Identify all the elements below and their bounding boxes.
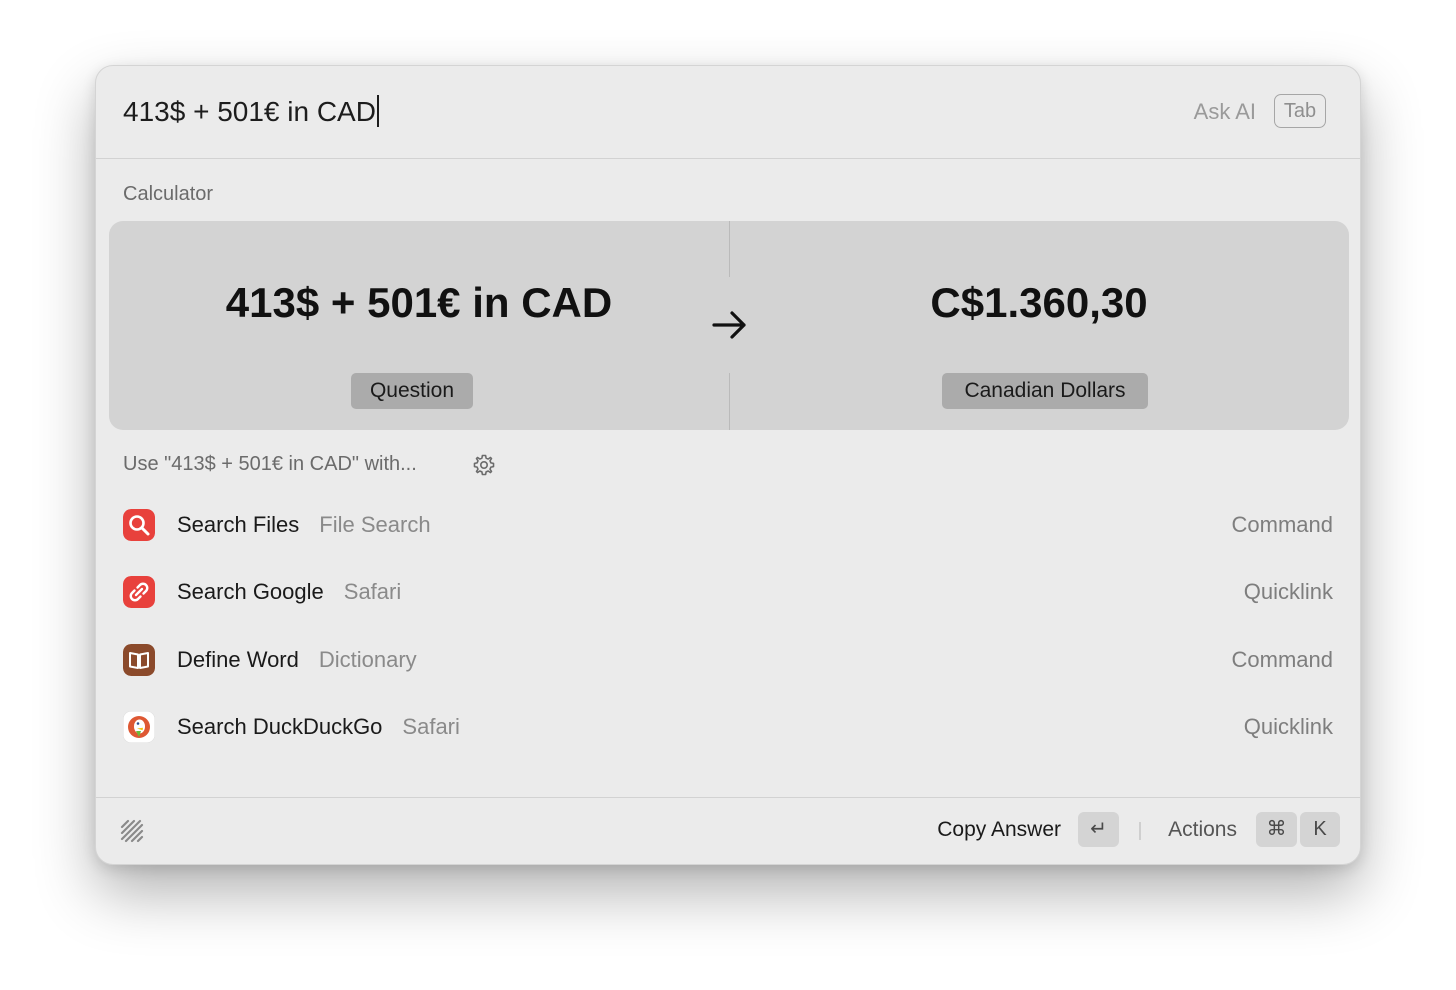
calculator-question-text: 413$ + 501€ in CAD: [225, 279, 613, 326]
link-icon: [123, 576, 155, 608]
fallback-section-text: Use "413$ + 501€ in CAD" with...: [123, 453, 417, 475]
list-item-title: Search Google Safari: [177, 579, 401, 605]
action-bar: Copy Answer ↵ Actions ⌘ K: [96, 797, 1360, 864]
calculator-answer: C$1.360,30 Canadian Dollars: [729, 221, 1349, 430]
book-icon: [123, 644, 155, 676]
list-item-title: Search Files File Search: [177, 512, 431, 538]
gear-icon[interactable]: [472, 453, 496, 477]
launcher-window: 413$ + 501€ in CAD Ask AI Tab Calculator…: [95, 65, 1361, 865]
fallback-section-label: Use "413$ + 501€ in CAD" with...: [123, 453, 417, 476]
list-item-kind: Command: [1231, 647, 1333, 672]
action-bar-separator: [1139, 822, 1141, 840]
list-item-define-word[interactable]: Define Word Dictionary Command: [96, 632, 1360, 688]
enter-key-hint: ↵: [1078, 812, 1119, 847]
currency-badge: Canadian Dollars: [942, 373, 1148, 409]
ask-ai-label[interactable]: Ask AI: [1194, 99, 1256, 125]
list-item-search-duckduckgo[interactable]: Search DuckDuckGo Safari Quicklink: [96, 699, 1360, 755]
list-item-kind: Quicklink: [1243, 714, 1333, 739]
list-item-search-google[interactable]: Search Google Safari Quicklink: [96, 564, 1360, 620]
list-item-kind: Quicklink: [1243, 579, 1333, 604]
duckduckgo-icon: [123, 711, 155, 743]
list-item-title-text: Search Google: [177, 579, 324, 604]
calculator-answer-text: C$1.360,30: [930, 279, 1148, 326]
magnifier-icon: [123, 509, 155, 541]
list-item-search-files[interactable]: Search Files File Search Command: [96, 497, 1360, 553]
actions-button[interactable]: Actions: [1168, 818, 1237, 842]
calculator-result-card[interactable]: 413$ + 501€ in CAD Question C$1.360,30 C…: [109, 221, 1349, 430]
app-logo-icon: [120, 819, 144, 843]
search-input[interactable]: 413$ + 501€ in CAD: [123, 94, 379, 130]
calculator-section-label: Calculator: [123, 183, 214, 205]
calculator-question: 413$ + 501€ in CAD Question: [109, 221, 729, 430]
command-key-hint: ⌘: [1256, 812, 1297, 847]
list-item-title: Define Word Dictionary: [177, 647, 417, 673]
list-item-kind: Command: [1231, 512, 1333, 537]
question-badge: Question: [351, 373, 473, 409]
search-query-text: 413$ + 501€ in CAD: [123, 96, 376, 127]
list-item-subtitle: Safari: [343, 579, 402, 604]
list-item-title: Search DuckDuckGo Safari: [177, 714, 460, 740]
text-caret: [376, 95, 379, 127]
list-item-subtitle: Safari: [402, 714, 460, 739]
list-item-subtitle: Dictionary: [318, 647, 417, 672]
search-bar: 413$ + 501€ in CAD Ask AI Tab: [96, 66, 1360, 159]
list-item-subtitle: File Search: [319, 512, 431, 537]
list-item-title-text: Search DuckDuckGo: [177, 714, 383, 739]
k-key-hint: K: [1300, 812, 1340, 847]
copy-answer-button[interactable]: Copy Answer: [937, 818, 1061, 842]
list-item-title-text: Define Word: [177, 647, 299, 672]
tab-key-hint: Tab: [1274, 94, 1326, 128]
list-item-title-text: Search Files: [177, 512, 300, 537]
